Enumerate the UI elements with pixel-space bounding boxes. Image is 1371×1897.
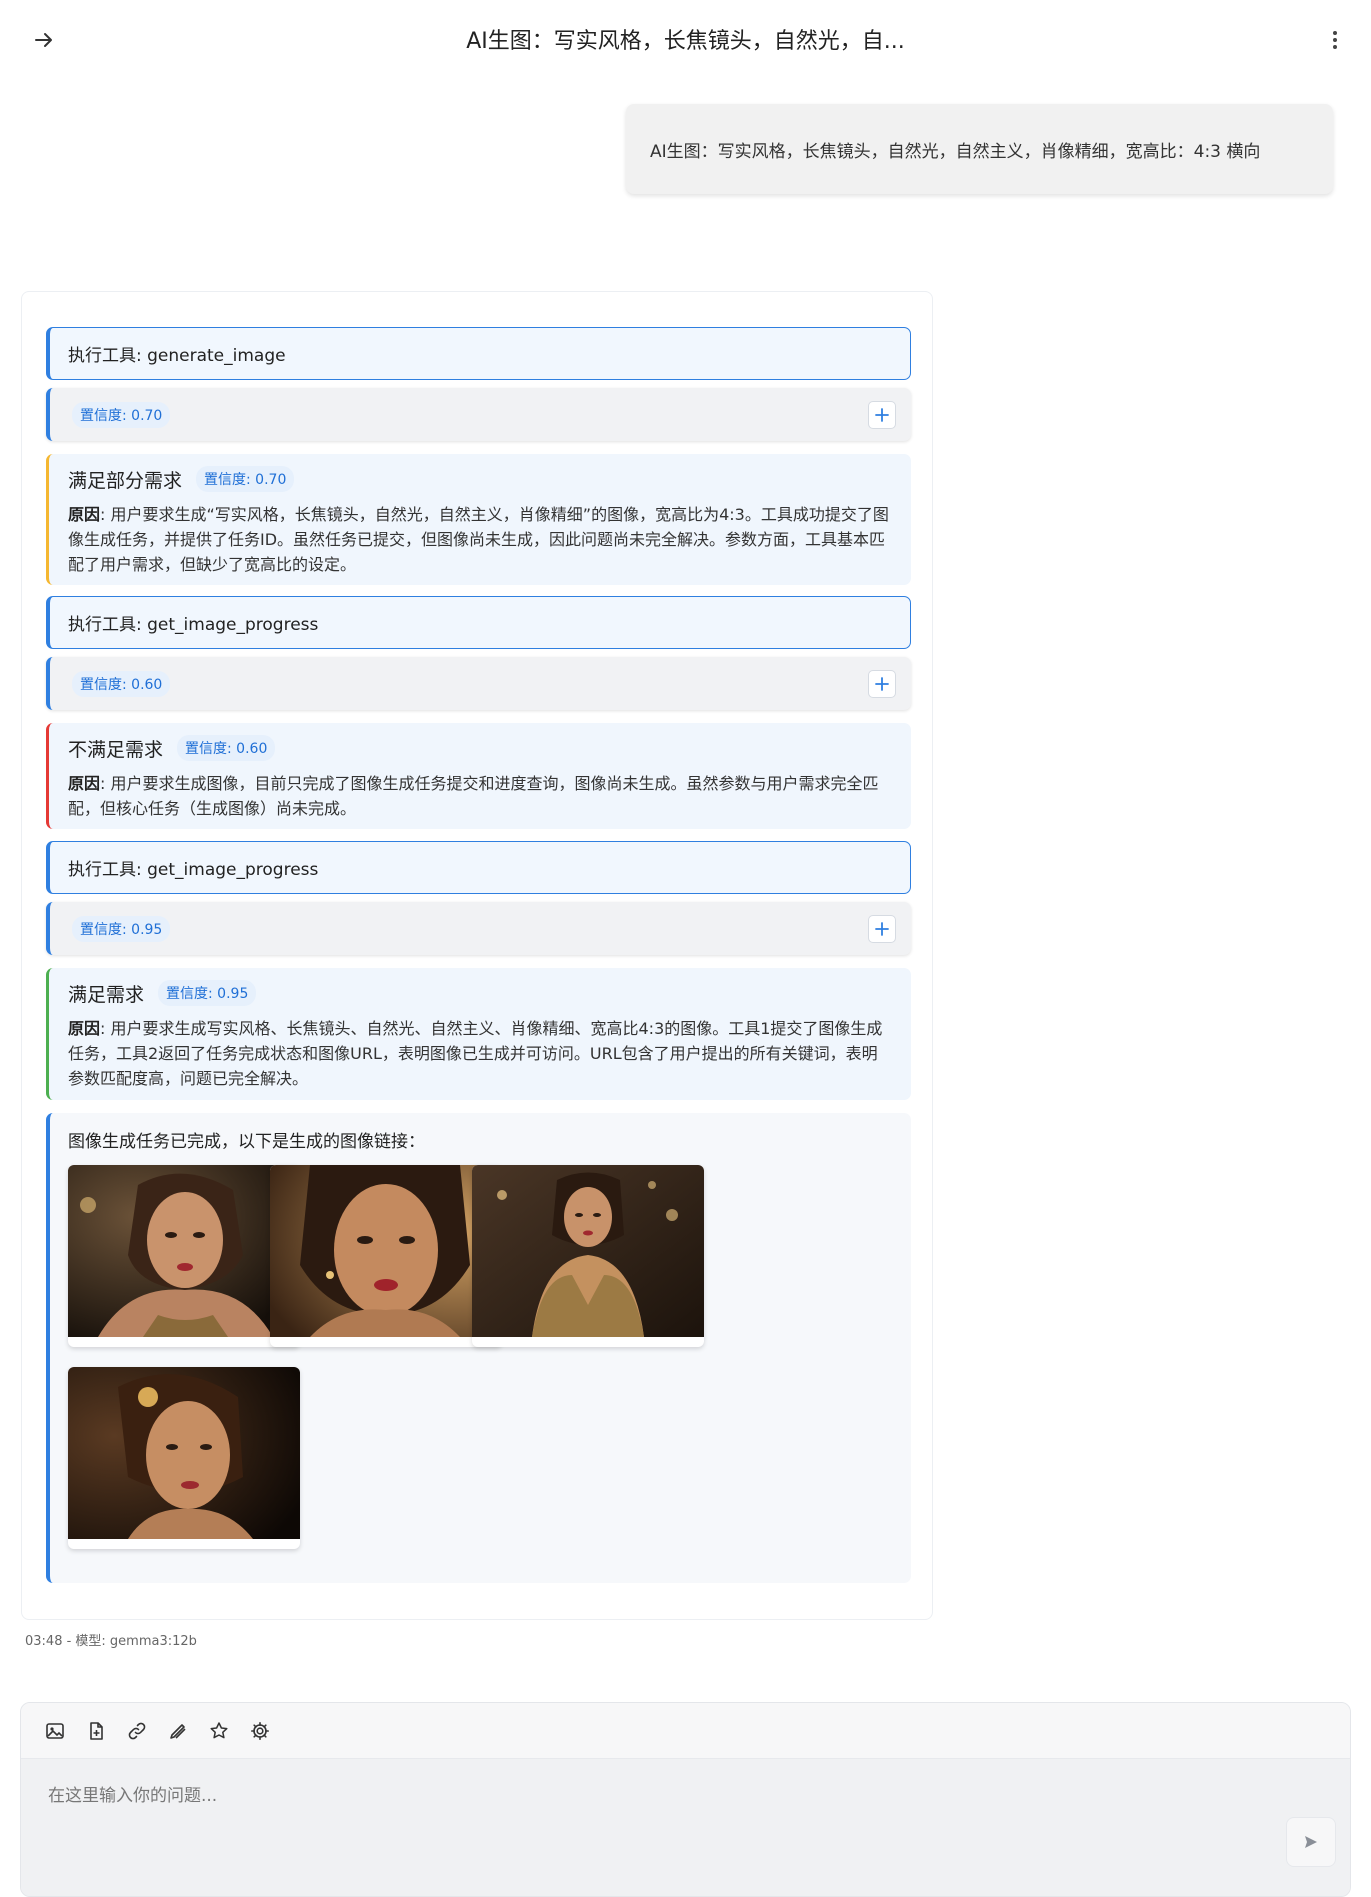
tool-confidence-row[interactable]: 置信度: 0.60 bbox=[46, 657, 911, 710]
tool-call-generate-image[interactable]: 执行工具: generate_image bbox=[46, 327, 911, 380]
evaluation-status: 满足需求 bbox=[68, 983, 145, 1006]
confidence-badge: 置信度: 0.70 bbox=[196, 466, 295, 492]
generated-image-1[interactable] bbox=[68, 1165, 300, 1347]
result-text: 图像生成任务已完成，以下是生成的图像链接： bbox=[68, 1132, 425, 1152]
plus-icon bbox=[875, 408, 889, 422]
expand-button[interactable] bbox=[868, 670, 896, 698]
back-arrow-icon[interactable] bbox=[28, 24, 60, 56]
expand-button[interactable] bbox=[868, 401, 896, 429]
assistant-message: 执行工具: generate_image 置信度: 0.70 满足部分需求 置信… bbox=[21, 291, 933, 1620]
evaluation-reason: 原因: 用户要求生成图像，目前只完成了图像生成任务提交和进度查询，图像尚未生成。… bbox=[68, 774, 879, 818]
generated-image-2[interactable] bbox=[270, 1165, 502, 1347]
chat-input-area bbox=[20, 1702, 1351, 1897]
tool-call-label: 执行工具: get_image_progress bbox=[68, 615, 319, 635]
evaluation-status: 不满足需求 bbox=[68, 738, 164, 761]
chat-header: AI生图：写实风格，长焦镜头，自然光，自... bbox=[0, 0, 1371, 78]
image-icon[interactable] bbox=[39, 1715, 71, 1747]
user-message: AI生图：写实风格，长焦镜头，自然光，自然主义，肖像精细，宽高比：4:3 横向 bbox=[626, 104, 1333, 194]
image-result: 图像生成任务已完成，以下是生成的图像链接： bbox=[46, 1113, 911, 1583]
pen-icon[interactable] bbox=[162, 1715, 194, 1747]
confidence-badge: 置信度: 0.70 bbox=[72, 401, 171, 428]
star-icon[interactable] bbox=[203, 1715, 235, 1747]
expand-button[interactable] bbox=[868, 915, 896, 943]
tool-call-get-image-progress[interactable]: 执行工具: get_image_progress bbox=[46, 841, 911, 894]
tool-call-get-image-progress[interactable]: 执行工具: get_image_progress bbox=[46, 596, 911, 649]
send-icon[interactable] bbox=[1286, 1817, 1336, 1867]
generated-image-4[interactable] bbox=[68, 1367, 300, 1549]
message-meta: 03:48 - 模型: gemma3:12b bbox=[25, 1634, 197, 1649]
confidence-badge: 置信度: 0.60 bbox=[177, 735, 276, 761]
tool-confidence-row[interactable]: 置信度: 0.95 bbox=[46, 902, 911, 955]
question-input[interactable] bbox=[21, 1759, 1350, 1896]
evaluation-reason: 原因: 用户要求生成“写实风格，长焦镜头，自然光，自然主义，肖像精细”的图像，宽… bbox=[68, 505, 889, 574]
more-options-icon[interactable] bbox=[1319, 24, 1351, 56]
evaluation-reason: 原因: 用户要求生成写实风格、长焦镜头、自然光、自然主义、肖像精细、宽高比4:3… bbox=[68, 1019, 883, 1088]
confidence-badge: 置信度: 0.60 bbox=[72, 670, 171, 697]
tool-confidence-row[interactable]: 置信度: 0.70 bbox=[46, 388, 911, 441]
confidence-badge: 置信度: 0.95 bbox=[158, 980, 257, 1006]
plus-icon bbox=[875, 677, 889, 691]
evaluation-ok: 满足需求 置信度: 0.95 原因: 用户要求生成写实风格、长焦镜头、自然光、自… bbox=[46, 968, 911, 1100]
gear-icon[interactable] bbox=[244, 1715, 276, 1747]
evaluation-status: 满足部分需求 bbox=[68, 469, 183, 492]
plus-icon bbox=[875, 922, 889, 936]
page-title: AI生图：写实风格，长焦镜头，自然光，自... bbox=[466, 29, 905, 54]
generated-image-3[interactable] bbox=[472, 1165, 704, 1347]
evaluation-fail: 不满足需求 置信度: 0.60 原因: 用户要求生成图像，目前只完成了图像生成任… bbox=[46, 723, 911, 829]
tool-call-label: 执行工具: generate_image bbox=[68, 346, 286, 366]
evaluation-partial: 满足部分需求 置信度: 0.70 原因: 用户要求生成“写实风格，长焦镜头，自然… bbox=[46, 454, 911, 585]
file-add-icon[interactable] bbox=[80, 1715, 112, 1747]
link-icon[interactable] bbox=[121, 1715, 153, 1747]
confidence-badge: 置信度: 0.95 bbox=[72, 915, 171, 942]
tool-call-label: 执行工具: get_image_progress bbox=[68, 860, 319, 880]
input-toolbar bbox=[21, 1703, 1350, 1759]
